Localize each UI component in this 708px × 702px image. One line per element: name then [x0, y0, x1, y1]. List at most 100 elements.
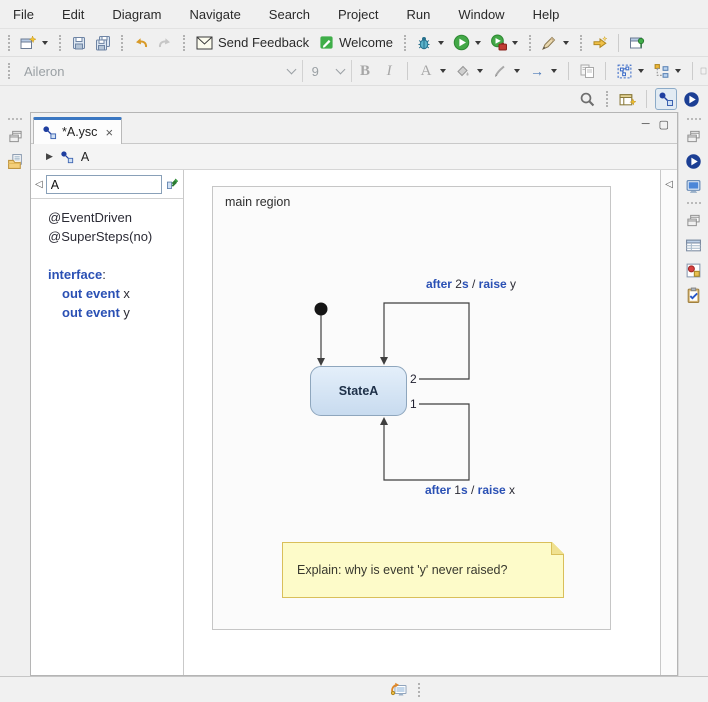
transition-priority-2[interactable]: 2 [410, 372, 417, 386]
send-feedback-button[interactable]: Send Feedback [192, 32, 313, 54]
menu-item-search[interactable]: Search [269, 7, 310, 22]
perspective-statechart-button[interactable] [655, 88, 677, 110]
toolbar-separator-handle[interactable] [59, 35, 61, 51]
layout-button[interactable] [650, 60, 672, 82]
font-color-dropdown-arrow[interactable] [440, 69, 446, 73]
open-perspective-button[interactable] [616, 88, 638, 110]
keyword-token: s [462, 277, 469, 291]
layout-dropdown-arrow[interactable] [675, 69, 681, 73]
toolbar-separator-handle[interactable] [580, 35, 582, 51]
definition-section[interactable]: ◁ @EventDriven@SuperSteps(no) interface:… [31, 170, 184, 675]
clipped-toolbar-icon[interactable] [700, 60, 708, 82]
definition-code[interactable]: @EventDriven@SuperSteps(no) interface:ou… [31, 199, 183, 322]
italic-button[interactable]: I [378, 60, 400, 82]
format-toolbar: Aileron 9 B I A → [0, 56, 708, 85]
restore-views-button[interactable] [685, 211, 703, 229]
menu-item-project[interactable]: Project [338, 7, 378, 22]
diagram-note[interactable]: Explain: why is event 'y' never raised? [282, 542, 564, 598]
initial-state-dot[interactable] [315, 303, 328, 316]
line-color-button[interactable] [489, 60, 511, 82]
simulation-view-button[interactable] [685, 152, 703, 170]
line-color-dropdown-arrow[interactable] [514, 69, 520, 73]
text-token: : [102, 267, 106, 282]
arrow-type-button[interactable]: → [526, 60, 548, 82]
save-all-button[interactable] [92, 32, 114, 54]
menu-item-window[interactable]: Window [458, 7, 504, 22]
menu-item-file[interactable]: File [13, 7, 34, 22]
debug-button[interactable] [413, 32, 435, 54]
pin-editor-button[interactable] [626, 32, 648, 54]
console-view-button[interactable] [685, 177, 703, 195]
project-explorer-button[interactable] [6, 152, 24, 170]
menu-item-diagram[interactable]: Diagram [112, 7, 161, 22]
pin-icon[interactable] [165, 178, 178, 191]
toolbar-separator-handle[interactable] [529, 35, 531, 51]
strip-drag-handle[interactable] [687, 202, 701, 204]
select-all-button[interactable] [613, 60, 635, 82]
tasks-view-button[interactable] [685, 286, 703, 304]
statechart-name-input[interactable] [46, 175, 162, 194]
new-dropdown-arrow[interactable] [42, 41, 48, 45]
maximize-icon[interactable]: ▢ [659, 118, 669, 131]
toolbar-separator-handle[interactable] [404, 35, 406, 51]
copy-appearance-icon [579, 63, 595, 79]
main-region[interactable]: main region [212, 186, 611, 630]
toolbar-separator-handle[interactable] [183, 35, 185, 51]
breadcrumb-label[interactable]: A [81, 150, 89, 164]
transition-priority-1[interactable]: 1 [410, 397, 417, 411]
menu-item-edit[interactable]: Edit [62, 7, 84, 22]
toolbar-separator [618, 34, 619, 52]
status-drag-handle[interactable] [418, 683, 420, 697]
collapse-left-icon[interactable]: ◁ [35, 179, 43, 190]
minimized-view-button[interactable] [390, 681, 408, 699]
profile-button[interactable] [487, 32, 509, 54]
run-button[interactable] [450, 32, 472, 54]
collapse-left-icon[interactable]: ◁ [665, 179, 673, 675]
fill-color-button[interactable] [452, 60, 474, 82]
undo-button[interactable] [130, 32, 152, 54]
minimize-icon[interactable]: ─ [642, 118, 650, 131]
state-node-statea[interactable]: StateA [310, 366, 407, 416]
tab-close-icon[interactable]: × [105, 126, 113, 139]
menu-item-help[interactable]: Help [533, 7, 560, 22]
external-tools-button[interactable] [538, 32, 560, 54]
bold-button[interactable]: B [354, 60, 376, 82]
diagram-canvas[interactable]: main region [184, 170, 660, 675]
tab-a-ysc[interactable]: *A.ysc × [33, 117, 122, 144]
restore-views-button[interactable] [685, 127, 703, 145]
toolbar-drag-handle[interactable] [8, 63, 10, 79]
transition-label-after-1s[interactable]: after 1s / raise x [404, 483, 536, 497]
line-color-pen-icon [492, 63, 508, 79]
font-name-combo[interactable]: Aileron [17, 60, 303, 82]
toolbar-separator-handle[interactable] [606, 91, 608, 107]
strip-drag-handle[interactable] [8, 118, 22, 120]
transition-label-after-2s[interactable]: after 2s / raise y [405, 277, 537, 291]
strip-drag-handle[interactable] [687, 118, 701, 120]
arrow-type-dropdown-arrow[interactable] [551, 69, 557, 73]
perspective-simulation-button[interactable] [680, 88, 702, 110]
external-tools-dropdown-arrow[interactable] [563, 41, 569, 45]
copy-appearance-button[interactable] [576, 60, 598, 82]
run-dropdown-arrow[interactable] [475, 41, 481, 45]
search-button[interactable] [576, 88, 598, 110]
breakpoints-view-button[interactable] [685, 261, 703, 279]
menu-item-navigate[interactable]: Navigate [189, 7, 240, 22]
new-wizard-button[interactable] [17, 32, 39, 54]
toolbar-separator-handle[interactable] [121, 35, 123, 51]
font-size-combo[interactable]: 9 [305, 60, 352, 82]
toolbar-drag-handle[interactable] [8, 35, 10, 51]
properties-view-button[interactable] [685, 236, 703, 254]
fill-color-dropdown-arrow[interactable] [477, 69, 483, 73]
save-button[interactable] [68, 32, 90, 54]
menu-item-run[interactable]: Run [406, 7, 430, 22]
select-all-dropdown-arrow[interactable] [638, 69, 644, 73]
last-edit-location-button[interactable] [589, 32, 611, 54]
debug-dropdown-arrow[interactable] [438, 41, 444, 45]
restore-views-button[interactable] [6, 127, 24, 145]
breadcrumb-expand-icon[interactable]: ▶ [46, 151, 53, 162]
text-token: / [468, 483, 478, 497]
redo-button[interactable] [154, 32, 176, 54]
profile-dropdown-arrow[interactable] [512, 41, 518, 45]
welcome-button[interactable]: Welcome [315, 32, 397, 54]
font-color-button[interactable]: A [415, 60, 437, 82]
